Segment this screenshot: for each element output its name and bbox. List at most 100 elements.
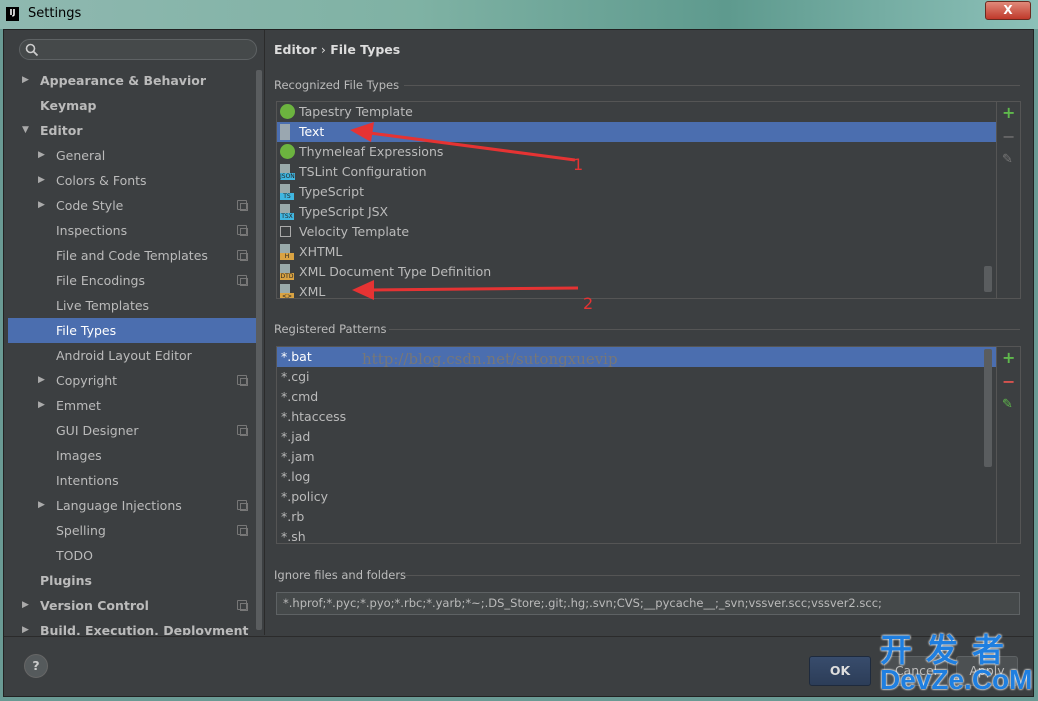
apply-button[interactable]: Apply (956, 656, 1018, 686)
chevron-down-icon[interactable]: ▼ (22, 118, 29, 143)
sidebar-item-colors-fonts[interactable]: ▶ Colors & Fonts (8, 168, 260, 193)
chevron-right-icon[interactable]: ▶ (22, 618, 29, 635)
sidebar-item-label: Code Style (56, 198, 124, 213)
intellij-logo-icon: IJ (6, 7, 19, 21)
edit-pattern-button[interactable]: ✎ (1002, 397, 1013, 412)
ok-button[interactable]: OK (809, 656, 871, 686)
search-input[interactable] (19, 39, 257, 60)
sidebar-item-copyright[interactable]: ▶ Copyright (8, 368, 260, 393)
project-settings-icon (237, 375, 248, 386)
project-settings-icon (237, 200, 248, 211)
cancel-button[interactable]: Cancel (884, 656, 948, 686)
file-type-row[interactable]: Velocity Template (277, 222, 997, 242)
chevron-right-icon[interactable]: ▶ (22, 593, 29, 618)
file-type-row[interactable]: JSON TSLint Configuration (277, 162, 997, 182)
file-type-tag: <> (280, 293, 294, 299)
sidebar-item-code-style[interactable]: ▶ Code Style (8, 193, 260, 218)
pattern-row[interactable]: *.htaccess (277, 407, 997, 427)
chevron-right-icon[interactable]: ▶ (38, 368, 45, 393)
pattern-row[interactable]: *.log (277, 467, 997, 487)
sidebar-divider (264, 30, 265, 635)
xml-file-icon: <> (280, 284, 294, 298)
sidebar-item-keymap[interactable]: Keymap (8, 93, 260, 118)
sidebar-item-label: General (56, 148, 106, 163)
file-type-label: TypeScript (299, 184, 364, 199)
dtd-file-icon: DTD (280, 264, 294, 280)
help-button[interactable]: ? (24, 654, 48, 678)
recognized-file-types-list[interactable]: <> XML DTD XML Document Type Definition H XHT… (276, 101, 1021, 299)
close-button[interactable]: X (985, 1, 1031, 20)
patterns-toolbar: + − ✎ (996, 347, 1020, 543)
sidebar-item-spelling[interactable]: Spelling (8, 518, 260, 543)
remove-pattern-button[interactable]: − (1002, 372, 1015, 391)
remove-file-type-button[interactable]: − (1002, 127, 1015, 146)
file-type-row[interactable]: TSX TypeScript JSX (277, 202, 997, 222)
pattern-row[interactable]: *.policy (277, 487, 997, 507)
sidebar-item-emmet[interactable]: ▶ Emmet (8, 393, 260, 418)
sidebar-item-label: Images (56, 448, 102, 463)
sidebar-item-file-types[interactable]: File Types (8, 318, 260, 343)
sidebar-item-label: File Types (56, 323, 117, 338)
registered-patterns-list[interactable]: *.sh *.rb *.policy *.log *.jam *.jad *.htacces… (276, 346, 1021, 544)
arrow-label-1: 1 (573, 155, 584, 174)
chevron-right-icon[interactable]: ▶ (22, 68, 29, 93)
sidebar-item-live-templates[interactable]: Live Templates (8, 293, 260, 318)
sidebar-item-file-and-code-templates[interactable]: File and Code Templates (8, 243, 260, 268)
chevron-right-icon[interactable]: ▶ (38, 393, 45, 418)
pattern-row[interactable]: *.cgi (277, 367, 997, 387)
pattern-row[interactable]: *.jad (277, 427, 997, 447)
sidebar-item-images[interactable]: Images (8, 443, 260, 468)
edit-file-type-button[interactable]: ✎ (1002, 152, 1013, 167)
sidebar-item-file-encodings[interactable]: File Encodings (8, 268, 260, 293)
sidebar-item-appearance-behavior[interactable]: ▶ Appearance & Behavior (8, 68, 260, 93)
sidebar-item-inspections[interactable]: Inspections (8, 218, 260, 243)
file-type-label: Thymeleaf Expressions (299, 144, 444, 159)
json-file-icon: JSON (280, 164, 295, 180)
pattern-row[interactable]: *.jam (277, 447, 997, 467)
patterns-scrollbar[interactable] (984, 349, 992, 467)
sidebar-item-build-execution-deployment[interactable]: ▶ Build, Execution, Deployment (8, 618, 260, 635)
chevron-right-icon[interactable]: ▶ (38, 168, 45, 193)
breadcrumb-parent[interactable]: Editor (274, 42, 317, 57)
file-type-row[interactable]: <> XML (277, 282, 997, 298)
sidebar-item-intentions[interactable]: Intentions (8, 468, 260, 493)
sidebar-item-label: Appearance & Behavior (40, 73, 206, 88)
file-type-row[interactable]: Tapestry Template (277, 102, 997, 122)
sidebar-item-gui-designer[interactable]: GUI Designer (8, 418, 260, 443)
sidebar-item-version-control[interactable]: ▶ Version Control (8, 593, 260, 618)
window-title: Settings (28, 6, 82, 21)
file-types-scrollbar[interactable] (984, 266, 992, 292)
add-pattern-button[interactable]: + (1002, 348, 1015, 367)
project-settings-icon (237, 500, 248, 511)
ignore-files-input[interactable]: *.hprof;*.pyc;*.pyo;*.rbc;*.yarb;*~;.DS_… (276, 592, 1020, 615)
sidebar-item-language-injections[interactable]: ▶ Language Injections (8, 493, 260, 518)
chevron-right-icon[interactable]: ▶ (38, 193, 45, 218)
sidebar-item-plugins[interactable]: Plugins (8, 568, 260, 593)
sidebar-item-label: Emmet (56, 398, 101, 413)
pattern-row[interactable]: *.cmd (277, 387, 997, 407)
chevron-right-icon[interactable]: ▶ (38, 493, 45, 518)
recognized-file-types-label: Recognized File Types (274, 78, 400, 92)
settings-dialog: ▶ Appearance & Behavior Keymap ▼ Editor ▶ Gene… (3, 29, 1034, 697)
file-types-toolbar: + − ✎ (996, 102, 1020, 298)
sidebar-item-label: Copyright (56, 373, 118, 388)
sidebar-scrollbar[interactable] (256, 70, 262, 630)
sidebar-item-editor[interactable]: ▼ Editor (8, 118, 260, 143)
file-type-row[interactable]: H XHTML (277, 242, 997, 262)
sidebar-item-label: Android Layout Editor (56, 348, 192, 363)
sidebar-item-todo[interactable]: TODO (8, 543, 260, 568)
pattern-row[interactable]: *.sh (277, 527, 997, 543)
file-type-row[interactable]: Thymeleaf Expressions (277, 142, 997, 162)
chevron-right-icon[interactable]: ▶ (38, 143, 45, 168)
file-type-row[interactable]: TS TypeScript (277, 182, 997, 202)
add-file-type-button[interactable]: + (1002, 103, 1015, 122)
file-type-row[interactable]: DTD XML Document Type Definition (277, 262, 997, 282)
sidebar-item-android-layout-editor[interactable]: Android Layout Editor (8, 343, 260, 368)
tsx-file-icon: TSX (280, 204, 294, 220)
pattern-row[interactable]: *.rb (277, 507, 997, 527)
sidebar-item-label: TODO (56, 548, 93, 563)
file-type-row[interactable]: Text (277, 122, 997, 142)
velocity-icon (280, 226, 291, 237)
pattern-row[interactable]: *.bat (277, 347, 997, 367)
sidebar-item-general[interactable]: ▶ General (8, 143, 260, 168)
